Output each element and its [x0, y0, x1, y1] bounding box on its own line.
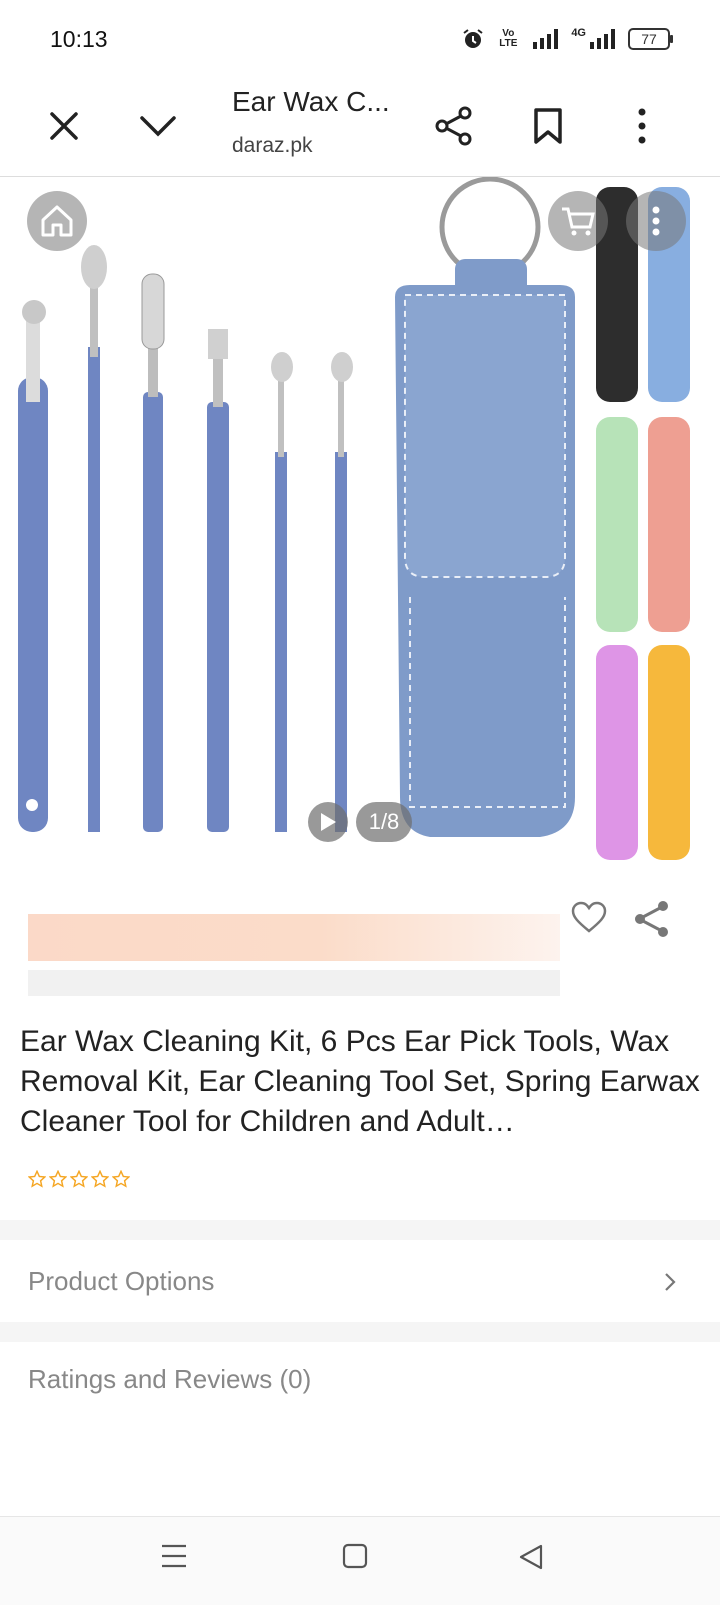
battery-icon: 77 — [628, 28, 673, 50]
chevron-down-icon — [140, 116, 176, 137]
signal-icon-2 — [590, 29, 615, 49]
home-icon — [41, 205, 73, 237]
product-options-label: Product Options — [28, 1266, 215, 1296]
status-icons: Vo LTE 4G 77 — [461, 24, 673, 54]
star-icon — [70, 1170, 88, 1188]
star-icon — [112, 1170, 130, 1188]
price-placeholder — [28, 914, 560, 961]
play-icon — [321, 813, 336, 831]
ratings-reviews-section[interactable]: Ratings and Reviews (0) — [0, 1342, 720, 1422]
product-image[interactable] — [0, 177, 720, 897]
bookmark-icon — [534, 108, 562, 144]
star-icon — [49, 1170, 67, 1188]
more-options-button[interactable] — [614, 98, 670, 154]
product-illustration — [18, 177, 690, 860]
close-icon — [50, 112, 78, 140]
menu-icon — [162, 1544, 186, 1568]
wishlist-button[interactable] — [570, 900, 610, 940]
rating-stars — [28, 1170, 130, 1188]
status-time: 10:13 — [50, 26, 108, 52]
minimize-button[interactable] — [130, 98, 186, 154]
star-icon — [91, 1170, 109, 1188]
home-button[interactable] — [27, 191, 87, 251]
share-icon — [635, 901, 668, 937]
close-button[interactable] — [36, 98, 92, 154]
square-icon — [342, 1543, 368, 1569]
alarm-icon — [463, 29, 483, 48]
network-type: 4G — [571, 27, 586, 39]
system-nav-bar — [0, 1516, 720, 1605]
more-vertical-icon — [638, 108, 646, 144]
recent-apps-button[interactable] — [160, 1543, 188, 1574]
share-icon — [435, 106, 472, 146]
ear-pick-tools — [18, 245, 353, 832]
status-bar: 10:13 Vo LTE 4G 77 — [0, 0, 720, 80]
signal-icon — [533, 29, 559, 49]
cart-icon — [562, 207, 595, 236]
product-title: Ear Wax Cleaning Kit, 6 Pcs Ear Pick Too… — [20, 1025, 700, 1138]
product-share-button[interactable] — [633, 900, 673, 940]
ratings-reviews-label: Ratings and Reviews (0) — [28, 1364, 312, 1394]
heart-icon — [571, 901, 607, 933]
share-button[interactable] — [426, 98, 482, 154]
back-triangle-icon — [519, 1544, 543, 1570]
home-nav-button[interactable] — [342, 1543, 368, 1574]
star-icon — [28, 1170, 46, 1188]
more-vertical-icon — [652, 206, 660, 236]
back-nav-button[interactable] — [518, 1543, 544, 1576]
chevron-right-icon — [665, 1273, 676, 1291]
section-divider — [0, 1220, 720, 1240]
product-options-row[interactable]: Product Options — [0, 1240, 720, 1322]
color-variants — [596, 187, 690, 860]
page-title: Ear Wax C... — [232, 86, 390, 117]
volte-icon: Vo LTE — [499, 28, 518, 49]
cart-button[interactable] — [548, 191, 608, 251]
play-video-button[interactable] — [308, 802, 348, 842]
blue-pouch — [395, 177, 575, 837]
image-menu-button[interactable] — [626, 191, 686, 251]
gallery-counter: 1/8 — [356, 802, 412, 842]
section-divider — [0, 1322, 720, 1342]
page-url[interactable]: daraz.pk — [232, 134, 313, 158]
bookmark-button[interactable] — [520, 98, 576, 154]
subprice-placeholder — [28, 970, 560, 996]
